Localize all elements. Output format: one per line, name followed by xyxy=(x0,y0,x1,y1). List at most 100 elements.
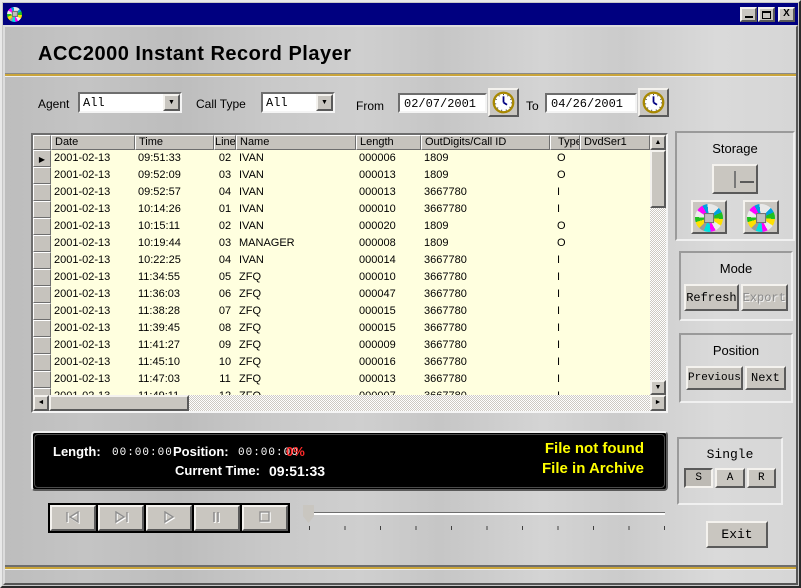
minimize-button[interactable] xyxy=(740,7,757,22)
cell-length: 000020 xyxy=(356,218,421,235)
column-header-dvdser1[interactable]: DvdSer1 xyxy=(580,135,650,150)
agent-dropdown-button[interactable]: ▼ xyxy=(163,94,180,111)
table-row[interactable]: ▶2001-02-1309:51:3302IVAN0000061809O xyxy=(33,150,650,167)
call-type-dropdown[interactable]: All ▼ xyxy=(261,92,335,113)
table-row[interactable]: 2001-02-1309:52:5704IVAN0000133667780I xyxy=(33,184,650,201)
cell-time: 11:36:03 xyxy=(135,286,214,303)
current-time-label: Current Time: xyxy=(175,463,260,478)
cell-date: 2001-02-13 xyxy=(51,354,135,371)
column-header-date[interactable]: Date xyxy=(51,135,135,150)
column-header-line[interactable]: Line xyxy=(214,135,236,150)
from-date-field[interactable]: 02/07/2001 xyxy=(398,93,487,113)
scroll-down-button[interactable]: ▼ xyxy=(650,380,666,395)
export-button[interactable]: Export xyxy=(741,284,788,311)
pause-button[interactable] xyxy=(194,505,240,531)
table-row[interactable]: 2001-02-1311:41:2709ZFQ0000093667780I xyxy=(33,337,650,354)
from-date-picker-button[interactable] xyxy=(488,88,519,117)
row-marker[interactable] xyxy=(33,167,51,184)
cell-dvdser1 xyxy=(580,354,650,371)
to-date-picker-button[interactable] xyxy=(638,88,669,117)
row-marker[interactable] xyxy=(33,286,51,303)
agent-label: Agent xyxy=(38,97,69,111)
cell-time: 10:19:44 xyxy=(135,235,214,252)
cell-line: 08 xyxy=(214,320,236,337)
table-row[interactable]: 2001-02-1311:49:1112ZFQ0000073667780I xyxy=(33,388,650,395)
stop-button[interactable] xyxy=(242,505,288,531)
cell-dvdser1 xyxy=(580,320,650,337)
exit-button[interactable]: Exit xyxy=(706,521,768,548)
skip-to-start-button[interactable] xyxy=(50,505,96,531)
row-marker[interactable] xyxy=(33,252,51,269)
row-marker[interactable] xyxy=(33,337,51,354)
table-row[interactable]: 2001-02-1311:36:0306ZFQ0000473667780I xyxy=(33,286,650,303)
row-marker[interactable] xyxy=(33,235,51,252)
table-row[interactable]: 2001-02-1311:39:4508ZFQ0000153667780I xyxy=(33,320,650,337)
row-marker[interactable] xyxy=(33,388,51,395)
row-marker[interactable] xyxy=(33,218,51,235)
table-row[interactable]: 2001-02-1311:34:5505ZFQ0000103667780I xyxy=(33,269,650,286)
row-marker[interactable] xyxy=(33,201,51,218)
column-header-type[interactable]: Type xyxy=(550,135,580,150)
single-r-button[interactable]: R xyxy=(747,468,776,488)
vertical-scrollbar[interactable]: ▲ ▼ xyxy=(650,135,666,395)
maximize-icon xyxy=(762,11,771,19)
play-button[interactable] xyxy=(146,505,192,531)
call-type-dropdown-button[interactable]: ▼ xyxy=(316,94,333,111)
maximize-button[interactable] xyxy=(758,7,775,22)
scroll-right-button[interactable]: ► xyxy=(650,395,666,411)
storage-cd-button-1[interactable] xyxy=(691,200,727,234)
table-row[interactable]: 2001-02-1309:52:0903IVAN0000131809O xyxy=(33,167,650,184)
table-header: Date Time Line Name Length OutDigits/Cal… xyxy=(33,135,650,150)
horizontal-scroll-thumb[interactable] xyxy=(49,395,189,411)
table-row[interactable]: 2001-02-1310:14:2601IVAN0000103667780I xyxy=(33,201,650,218)
cell-time: 11:41:27 xyxy=(135,337,214,354)
vertical-scroll-thumb[interactable] xyxy=(650,150,666,208)
cell-outdigits: 1809 xyxy=(421,150,550,167)
cell-date: 2001-02-13 xyxy=(51,320,135,337)
single-a-button[interactable]: A xyxy=(715,468,744,488)
column-header-name[interactable]: Name xyxy=(236,135,356,150)
cell-name: ZFQ xyxy=(236,286,356,303)
column-header-length[interactable]: Length xyxy=(356,135,421,150)
cell-date: 2001-02-13 xyxy=(51,303,135,320)
cell-length: 000013 xyxy=(356,167,421,184)
seek-slider[interactable] xyxy=(301,505,667,531)
row-marker[interactable] xyxy=(33,269,51,286)
column-header-time[interactable]: Time xyxy=(135,135,214,150)
cell-name: IVAN xyxy=(236,252,356,269)
table-row[interactable]: 2001-02-1311:45:1010ZFQ0000163667780I xyxy=(33,354,650,371)
column-header-outdigits[interactable]: OutDigits/Call ID xyxy=(421,135,550,150)
row-marker[interactable] xyxy=(33,184,51,201)
scroll-left-button[interactable]: ◄ xyxy=(33,395,49,411)
skip-to-end-button[interactable] xyxy=(98,505,144,531)
table-row[interactable]: 2001-02-1310:15:1102IVAN0000201809O xyxy=(33,218,650,235)
next-button[interactable]: Next xyxy=(745,366,786,390)
table-row[interactable]: 2001-02-1311:47:0311ZFQ0000133667780I xyxy=(33,371,650,388)
slider-thumb[interactable] xyxy=(303,505,314,523)
row-marker[interactable] xyxy=(33,303,51,320)
cell-name: IVAN xyxy=(236,150,356,167)
row-marker[interactable] xyxy=(33,320,51,337)
slider-track[interactable] xyxy=(309,512,665,515)
cell-date: 2001-02-13 xyxy=(51,201,135,218)
horizontal-scrollbar[interactable]: ◄ ► xyxy=(33,395,666,411)
chevron-down-icon: ▼ xyxy=(321,99,328,106)
storage-drive-button[interactable] xyxy=(712,164,758,194)
close-button[interactable]: X xyxy=(778,7,795,22)
refresh-button[interactable]: Refresh xyxy=(684,284,738,311)
row-selector[interactable]: ▶ xyxy=(33,150,51,167)
to-date-field[interactable]: 04/26/2001 xyxy=(545,93,637,113)
table-row[interactable]: 2001-02-1310:19:4403MANAGER0000081809O xyxy=(33,235,650,252)
agent-dropdown[interactable]: All ▼ xyxy=(78,92,182,113)
scroll-up-button[interactable]: ▲ xyxy=(650,135,666,150)
title-bar[interactable]: X xyxy=(3,3,798,25)
table-row[interactable]: 2001-02-1310:22:2504IVAN0000143667780I xyxy=(33,252,650,269)
table-row[interactable]: 2001-02-1311:38:2807ZFQ0000153667780I xyxy=(33,303,650,320)
row-marker[interactable] xyxy=(33,371,51,388)
previous-button[interactable]: Previous xyxy=(686,366,743,390)
cell-line: 11 xyxy=(214,371,236,388)
single-s-button[interactable]: S xyxy=(684,468,713,488)
storage-cd-button-2[interactable] xyxy=(743,200,779,234)
row-marker[interactable] xyxy=(33,354,51,371)
cell-dvdser1 xyxy=(580,286,650,303)
